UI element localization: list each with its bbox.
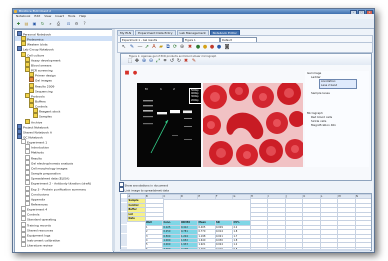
notebook-icon xyxy=(21,242,26,248)
crop-image-icon[interactable]: ⌗ xyxy=(162,58,168,64)
row-number xyxy=(121,198,127,203)
record-icon[interactable]: ● xyxy=(132,70,138,76)
lane-label-2: 2 xyxy=(173,87,175,91)
refresh-icon[interactable]: ↻ xyxy=(39,20,46,27)
size-callout: 500bp 400bp 300bp 200bp xyxy=(189,88,201,104)
row-number xyxy=(121,207,127,212)
fit-icon[interactable]: ⤢ xyxy=(155,58,161,64)
zoom-in-icon[interactable]: ⊕ xyxy=(141,58,147,64)
lock-icon[interactable]: ⊡ xyxy=(65,20,72,27)
annotation-callout[interactable]: Annotation: Lane 2 band xyxy=(319,79,357,89)
annotation-callout-text: Lane 2 band xyxy=(321,84,338,87)
zoom-icon[interactable]: ⊕ xyxy=(179,44,185,50)
open-folder-icon[interactable]: ▤ xyxy=(23,20,30,27)
main-toolbar: ✚ ▤ ▣ ↻ ⌕ ⎙ ⊡ ⚙ ? xyxy=(13,19,374,29)
delete-image-icon[interactable]: ✖ xyxy=(183,58,189,64)
app-icon xyxy=(14,10,17,13)
annotation-item[interactable]: Magnification 40x xyxy=(311,123,336,127)
select-icon[interactable]: ⬚ xyxy=(127,58,133,64)
save-icon[interactable]: ▣ xyxy=(31,20,38,27)
rotate-left-icon[interactable]: ↺ xyxy=(169,58,175,64)
annotate-icon[interactable]: ✎ xyxy=(191,58,197,64)
move-icon[interactable]: ✥ xyxy=(134,58,140,64)
row-number xyxy=(121,224,127,229)
image-area: ■ ● M 1 2 500bp 400bp 300bp 200bp Gel im… xyxy=(121,65,371,180)
print-icon[interactable]: ⎙ xyxy=(55,20,62,27)
arrow-icon[interactable]: ➚ xyxy=(144,44,150,50)
text-icon[interactable]: A xyxy=(151,44,157,50)
settings-icon[interactable]: ⚙ xyxy=(73,20,80,27)
annotation-panel: Gel image Ladder Sample lanes Micrograph Red… xyxy=(305,71,369,167)
minus-icon[interactable]: — xyxy=(137,44,143,50)
tree-item-label: Literature review xyxy=(27,243,53,248)
lane-label-1: 1 xyxy=(160,87,162,91)
row-number xyxy=(121,238,127,242)
color-dot-blue-icon[interactable]: ● xyxy=(216,44,222,50)
link-image-label: Link image to spreadsheet data xyxy=(124,188,169,193)
camera-icon[interactable]: ◙ xyxy=(224,44,230,50)
link-image-checkbox[interactable] xyxy=(119,187,124,192)
zoom-out-icon[interactable]: ⊖ xyxy=(148,58,154,64)
pointer-icon[interactable]: ↖ xyxy=(121,44,127,50)
crop-icon[interactable]: ⧉ xyxy=(165,44,171,50)
row-number xyxy=(121,202,127,207)
drawing-toolbar: ↖ ✎ — ➚ A ▰ ⧉ ⟳ ⊕ ✖ ● ● ● ● ◙ xyxy=(117,42,373,53)
micrograph-image[interactable] xyxy=(203,83,303,167)
link-image-option[interactable]: Link image to spreadsheet data xyxy=(119,187,169,192)
rotate-right-icon[interactable]: ↻ xyxy=(176,58,182,64)
delete-icon[interactable]: ✖ xyxy=(187,44,193,50)
row-number xyxy=(121,233,127,238)
annotation-item[interactable]: Sample lanes xyxy=(311,91,330,95)
callout-line-4: 200bp xyxy=(191,98,199,102)
application-window: BioVoice ELN Client 2 – □ × Notebook Edi… xyxy=(12,8,375,253)
row-number xyxy=(121,211,127,216)
row-number xyxy=(121,229,127,234)
stop-icon[interactable]: ■ xyxy=(124,70,130,76)
highlight-icon[interactable]: ▰ xyxy=(158,44,164,50)
pen-icon[interactable]: ✎ xyxy=(129,44,135,50)
search-icon[interactable]: ⌕ xyxy=(47,20,54,27)
row-number xyxy=(121,216,127,220)
row-number xyxy=(121,242,127,247)
row-number xyxy=(121,220,127,225)
spreadsheet: A B C D E F G H I J K L M N Sample Control Buffer Lot Date… xyxy=(120,193,372,251)
color-dot-yellow-icon[interactable]: ● xyxy=(202,44,208,50)
rotate-icon[interactable]: ⟳ xyxy=(172,44,178,50)
help-icon[interactable]: ? xyxy=(81,20,88,27)
gel-image[interactable]: M 1 2 500bp 400bp 300bp 200bp xyxy=(137,83,201,167)
lane-label-m: M xyxy=(145,87,148,91)
horizontal-scrollbar[interactable] xyxy=(120,249,370,251)
new-icon[interactable]: ✚ xyxy=(15,20,22,27)
object-properties: Show annotations in document Link image … xyxy=(117,181,371,193)
document-canvas: Figure 1: Agarose gel of PCR products an… xyxy=(120,53,372,181)
notebook-tree: Personal Notebook Proteomics Western blots… xyxy=(14,29,114,252)
tree-item[interactable]: Literature review xyxy=(15,242,113,248)
show-annotations-checkbox[interactable] xyxy=(119,182,124,187)
blood-cells xyxy=(203,83,303,167)
color-dot-green-icon[interactable]: ● xyxy=(195,44,201,50)
editor-pane: My ELN Experiment Data Entry Lab Managem… xyxy=(115,29,373,251)
color-dot-red-icon[interactable]: ● xyxy=(209,44,215,50)
